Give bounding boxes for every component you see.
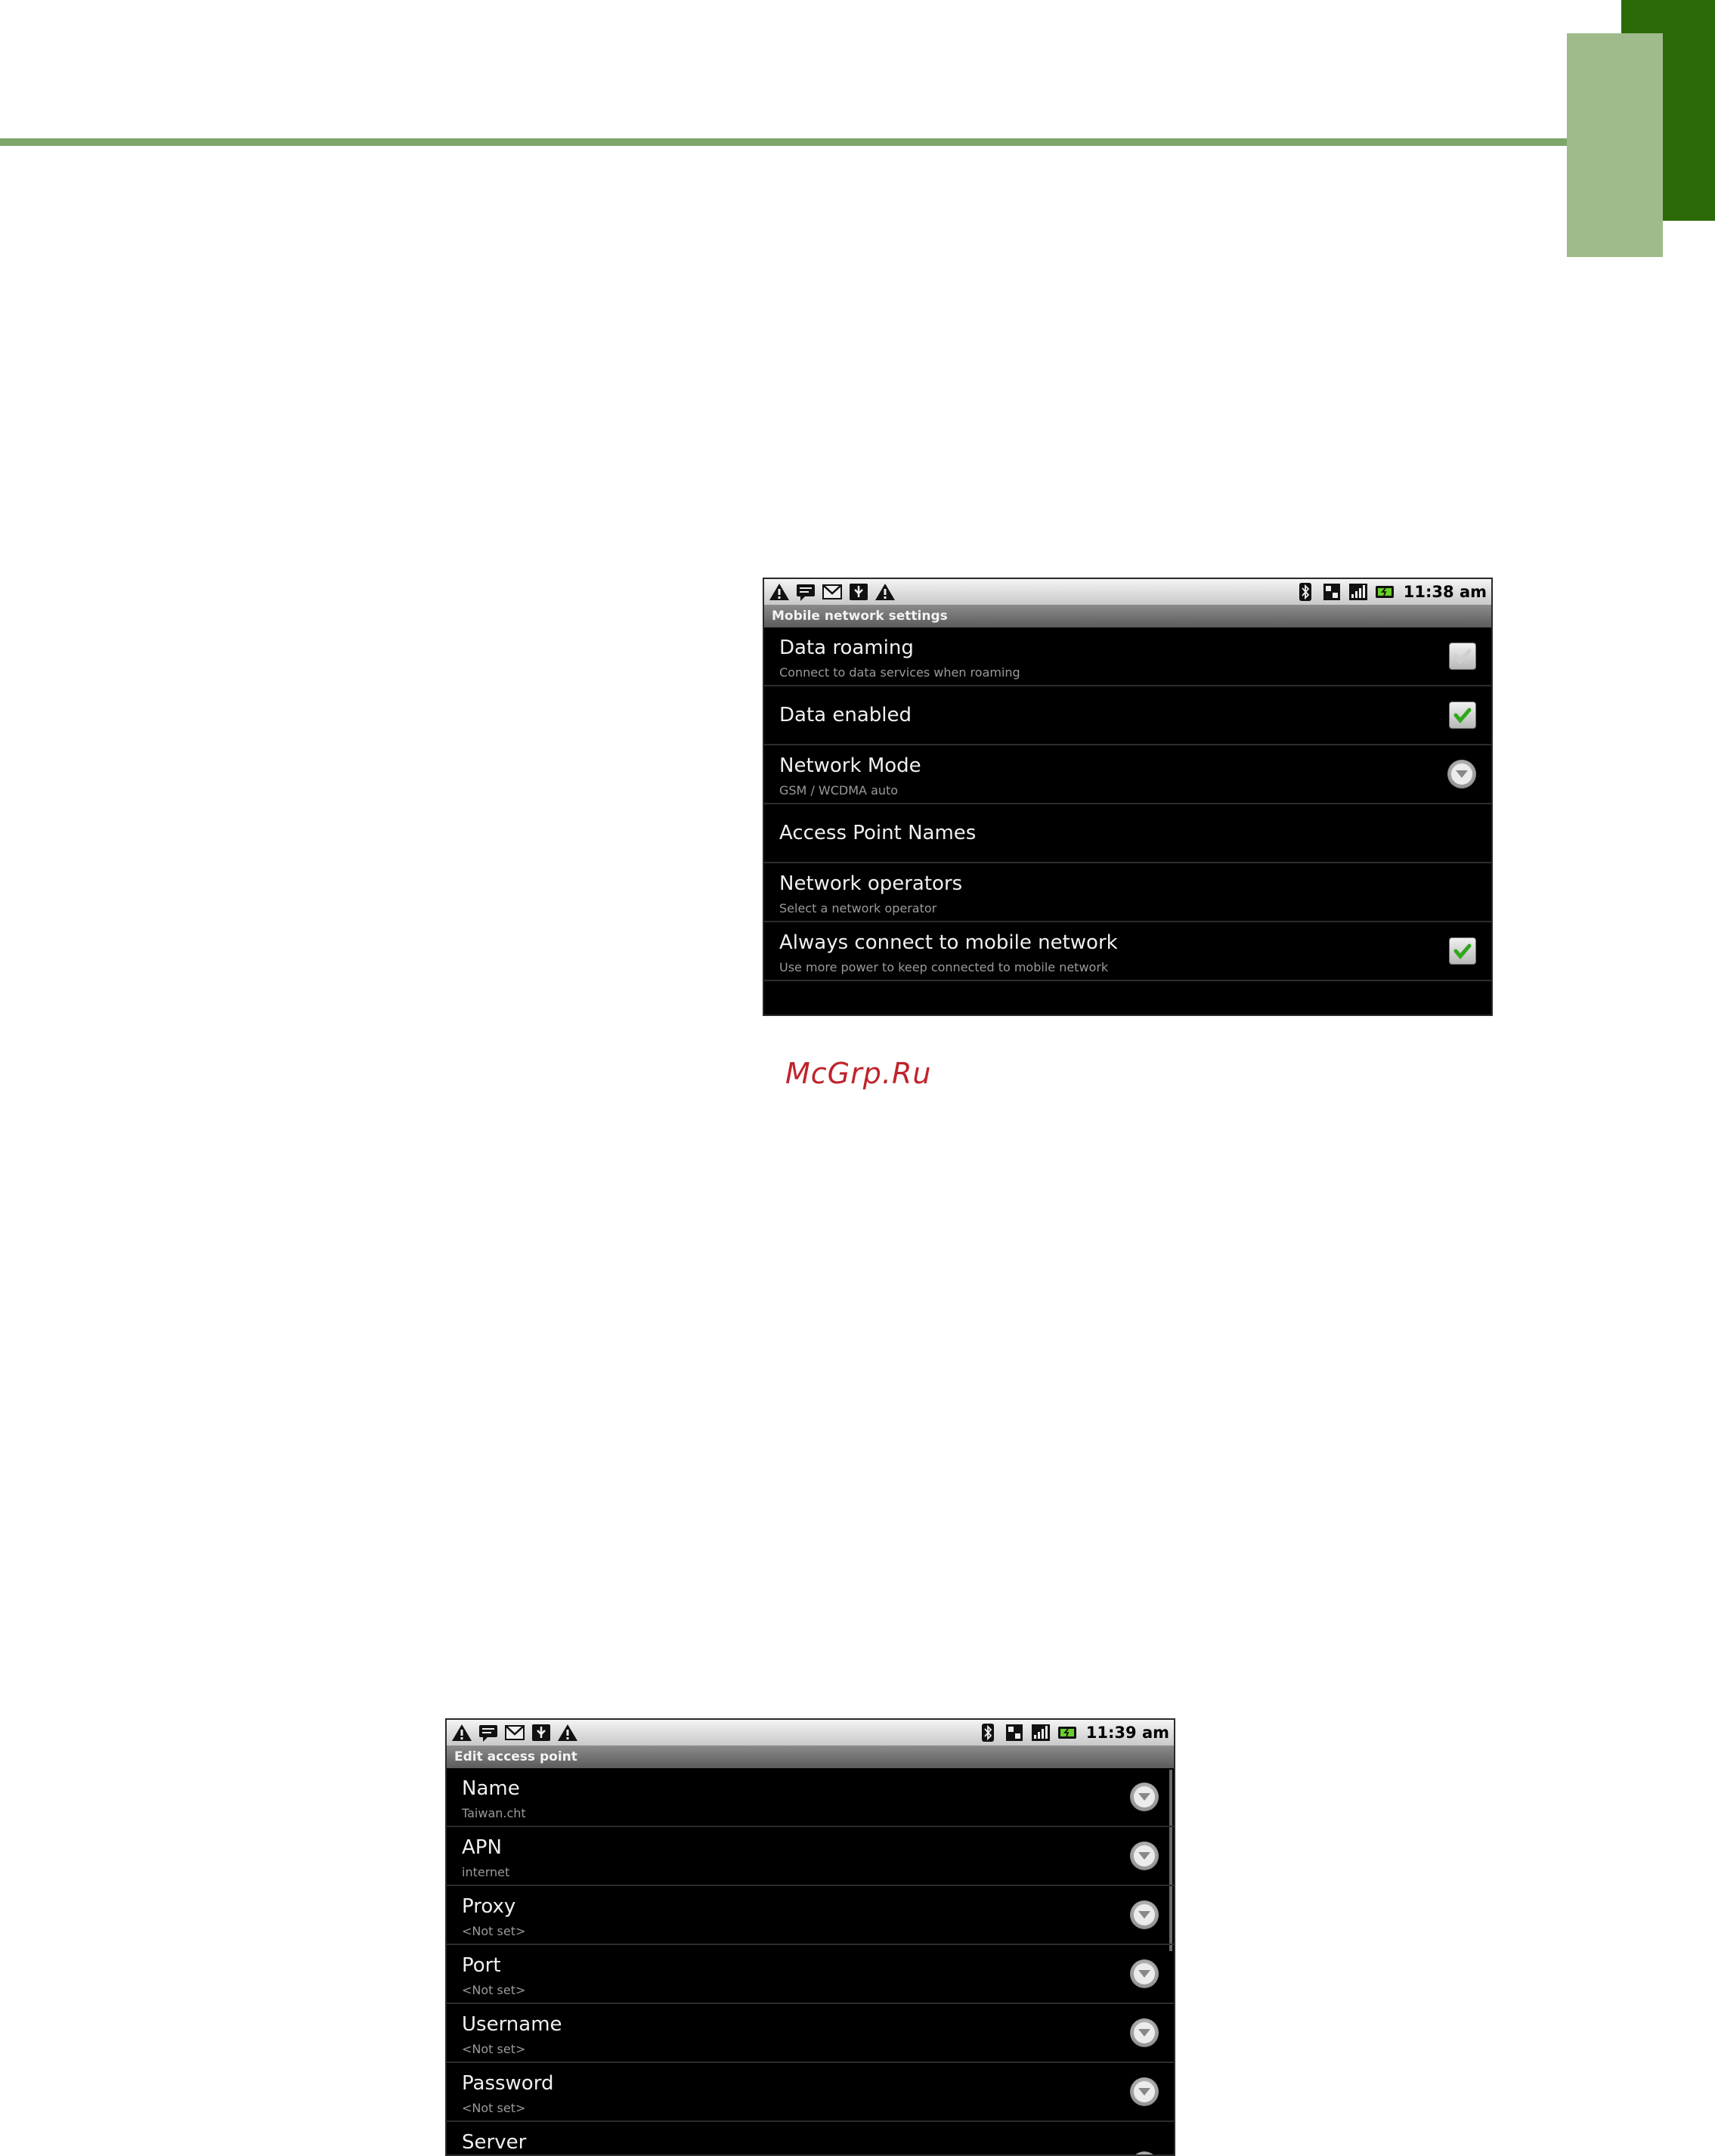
edit-access-point-screen: 11:39 am Edit access point Name Taiwan.c… xyxy=(445,1718,1175,2156)
row-title: Data roaming xyxy=(779,637,914,659)
warning-icon xyxy=(451,1723,472,1742)
data-enabled-checkbox[interactable] xyxy=(1449,702,1476,729)
network-mode-row[interactable]: Network Mode GSM / WCDMA auto xyxy=(764,745,1491,804)
header-rule xyxy=(0,138,1580,146)
data-icon xyxy=(1004,1723,1025,1742)
row-title: Network Mode xyxy=(779,754,921,777)
chevron-down-icon[interactable] xyxy=(1447,760,1476,788)
watermark: McGrp.Ru xyxy=(785,1057,932,1090)
chevron-down-icon[interactable] xyxy=(1130,1900,1159,1929)
access-point-names-row[interactable]: Access Point Names xyxy=(764,804,1491,863)
status-time: 11:38 am xyxy=(1403,583,1487,601)
chevron-down-icon[interactable] xyxy=(1130,2077,1159,2106)
row-title: Port xyxy=(462,1954,501,1977)
chapter-tab-light xyxy=(1567,33,1663,257)
chevron-down-icon[interactable] xyxy=(1130,1842,1159,1870)
warning-icon xyxy=(875,582,896,602)
message-icon xyxy=(795,582,816,602)
row-title: Data enabled xyxy=(779,704,912,726)
data-roaming-row[interactable]: Data roaming Connect to data services wh… xyxy=(764,627,1491,686)
mobile-network-settings-screen: 11:38 am Mobile network settings Data ro… xyxy=(763,578,1493,1016)
screen-title: Edit access point xyxy=(447,1746,1174,1768)
row-summary: Connect to data services when roaming xyxy=(779,665,1020,680)
data-enabled-row[interactable]: Data enabled xyxy=(764,686,1491,745)
chevron-down-icon[interactable] xyxy=(1130,1959,1159,1988)
always-connect-row[interactable]: Always connect to mobile network Use mor… xyxy=(764,922,1491,981)
row-title: Network operators xyxy=(779,872,963,895)
row-summary: GSM / WCDMA auto xyxy=(779,783,899,798)
row-title: Always connect to mobile network xyxy=(779,931,1118,954)
row-title: Proxy xyxy=(462,1895,516,1918)
port-row[interactable]: Port <Not set> xyxy=(447,1945,1174,2004)
usb-icon xyxy=(531,1723,552,1742)
gmail-icon xyxy=(504,1723,525,1742)
warning-icon xyxy=(557,1723,578,1742)
battery-icon xyxy=(1374,582,1395,602)
bluetooth-icon xyxy=(977,1723,998,1742)
row-summary: Select a network operator xyxy=(779,901,937,915)
bluetooth-icon xyxy=(1295,582,1316,602)
name-row[interactable]: Name Taiwan.cht xyxy=(447,1768,1174,1827)
row-title: Password xyxy=(462,2072,554,2095)
apn-fields-list: Name Taiwan.cht APN internet Proxy <Not … xyxy=(447,1768,1174,2154)
row-summary: <Not set> xyxy=(462,2101,526,2115)
chevron-down-icon[interactable] xyxy=(1130,2018,1159,2047)
row-summary: <Not set> xyxy=(462,1983,526,1997)
signal-icon xyxy=(1348,582,1369,602)
status-bar: 11:39 am xyxy=(447,1720,1174,1746)
proxy-row[interactable]: Proxy <Not set> xyxy=(447,1886,1174,1945)
status-time: 11:39 am xyxy=(1085,1724,1169,1742)
password-row[interactable]: Password <Not set> xyxy=(447,2063,1174,2122)
apn-row[interactable]: APN internet xyxy=(447,1827,1174,1886)
battery-icon xyxy=(1057,1723,1078,1742)
row-summary: <Not set> xyxy=(462,1924,526,1938)
always-connect-checkbox[interactable] xyxy=(1449,937,1476,965)
row-summary: Taiwan.cht xyxy=(462,1806,526,1820)
row-summary: Use more power to keep connected to mobi… xyxy=(779,960,1109,974)
row-title: Username xyxy=(462,2013,562,2036)
username-row[interactable]: Username <Not set> xyxy=(447,2004,1174,2063)
row-title: Access Point Names xyxy=(779,822,977,844)
network-operators-row[interactable]: Network operators Select a network opera… xyxy=(764,863,1491,922)
chevron-down-icon[interactable] xyxy=(1130,2151,1159,2154)
status-bar: 11:38 am xyxy=(764,579,1491,605)
data-icon xyxy=(1321,582,1342,602)
usb-icon xyxy=(848,582,869,602)
row-summary: internet xyxy=(462,1865,510,1879)
screen-title: Mobile network settings xyxy=(764,605,1491,627)
row-title: Name xyxy=(462,1777,520,1800)
data-roaming-checkbox[interactable] xyxy=(1449,643,1476,670)
gmail-icon xyxy=(822,582,843,602)
row-title: APN xyxy=(462,1836,502,1859)
row-summary: <Not set> xyxy=(462,2042,526,2056)
warning-icon xyxy=(769,582,790,602)
message-icon xyxy=(478,1723,499,1742)
signal-icon xyxy=(1030,1723,1051,1742)
settings-list: Data roaming Connect to data services wh… xyxy=(764,627,1491,981)
server-row[interactable]: Server xyxy=(447,2122,1174,2154)
row-title: Server xyxy=(462,2131,527,2154)
chevron-down-icon[interactable] xyxy=(1130,1783,1159,1811)
